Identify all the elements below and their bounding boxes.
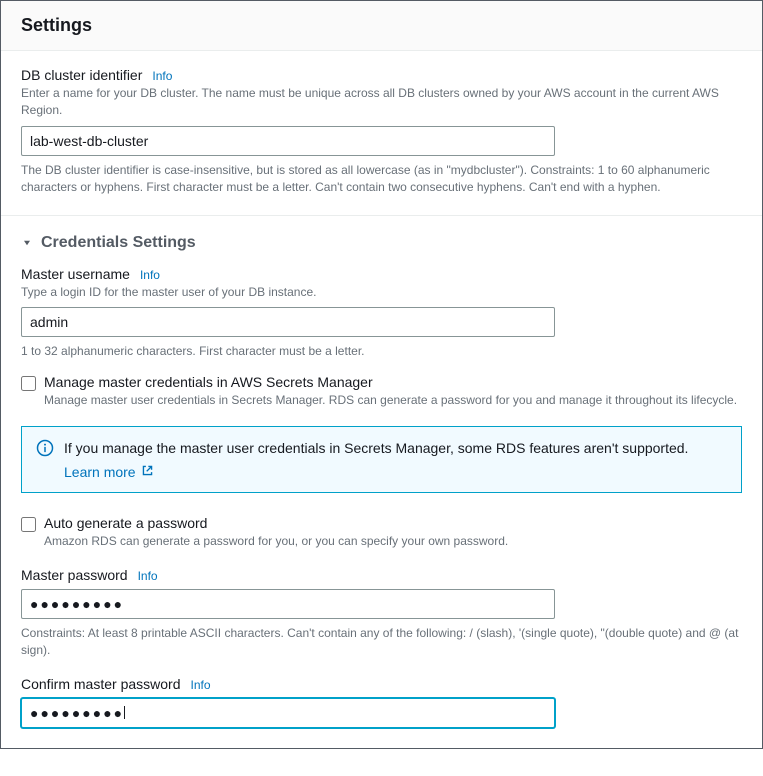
- master-username-field: Master username Info Type a login ID for…: [21, 266, 742, 361]
- info-box-text: If you manage the master user credential…: [64, 439, 688, 459]
- settings-panel: Settings DB cluster identifier Info Ente…: [0, 0, 763, 749]
- secrets-manager-checkbox-desc: Manage master user credentials in Secret…: [44, 392, 742, 409]
- settings-body: DB cluster identifier Info Enter a name …: [1, 51, 762, 748]
- secrets-manager-checkbox-row: Manage master credentials in AWS Secrets…: [21, 374, 742, 409]
- master-username-info-link[interactable]: Info: [140, 268, 160, 282]
- db-cluster-identifier-constraint: The DB cluster identifier is case-insens…: [21, 162, 742, 197]
- confirm-master-password-label: Confirm master password: [21, 676, 181, 692]
- credentials-section-title: Credentials Settings: [41, 234, 196, 252]
- master-password-label: Master password: [21, 567, 128, 583]
- master-username-hint: Type a login ID for the master user of y…: [21, 284, 742, 301]
- db-cluster-identifier-input[interactable]: [21, 126, 555, 156]
- autogen-password-checkbox-row: Auto generate a password Amazon RDS can …: [21, 515, 742, 550]
- learn-more-label: Learn more: [64, 464, 136, 480]
- secrets-manager-info-box: If you manage the master user credential…: [21, 426, 742, 494]
- learn-more-link[interactable]: Learn more: [64, 464, 154, 480]
- db-cluster-identifier-label: DB cluster identifier: [21, 67, 142, 83]
- external-link-icon: [141, 464, 154, 480]
- master-password-input[interactable]: ●●●●●●●●●: [21, 589, 555, 619]
- credentials-section-toggle[interactable]: Credentials Settings: [21, 234, 742, 252]
- master-username-label: Master username: [21, 266, 130, 282]
- section-divider: [1, 215, 762, 216]
- master-password-field: Master password Info ●●●●●●●●● Constrain…: [21, 567, 742, 660]
- info-icon: [36, 439, 54, 481]
- autogen-password-checkbox-label: Auto generate a password: [44, 515, 742, 531]
- db-cluster-identifier-field: DB cluster identifier Info Enter a name …: [21, 67, 742, 197]
- master-password-info-link[interactable]: Info: [138, 569, 158, 583]
- text-cursor: [124, 706, 125, 719]
- secrets-manager-checkbox-label: Manage master credentials in AWS Secrets…: [44, 374, 742, 390]
- master-username-input[interactable]: [21, 307, 555, 337]
- master-password-constraint: Constraints: At least 8 printable ASCII …: [21, 625, 742, 660]
- caret-down-icon: [21, 237, 33, 249]
- autogen-password-checkbox-desc: Amazon RDS can generate a password for y…: [44, 533, 742, 550]
- confirm-master-password-field: Confirm master password Info ●●●●●●●●●: [21, 676, 742, 728]
- db-cluster-identifier-info-link[interactable]: Info: [152, 69, 172, 83]
- page-title: Settings: [21, 15, 742, 36]
- db-cluster-identifier-hint: Enter a name for your DB cluster. The na…: [21, 85, 742, 120]
- confirm-master-password-input[interactable]: ●●●●●●●●●: [21, 698, 555, 728]
- autogen-password-checkbox[interactable]: [21, 517, 36, 532]
- master-username-constraint: 1 to 32 alphanumeric characters. First c…: [21, 343, 742, 360]
- secrets-manager-checkbox[interactable]: [21, 376, 36, 391]
- settings-header: Settings: [1, 1, 762, 51]
- confirm-master-password-info-link[interactable]: Info: [191, 678, 211, 692]
